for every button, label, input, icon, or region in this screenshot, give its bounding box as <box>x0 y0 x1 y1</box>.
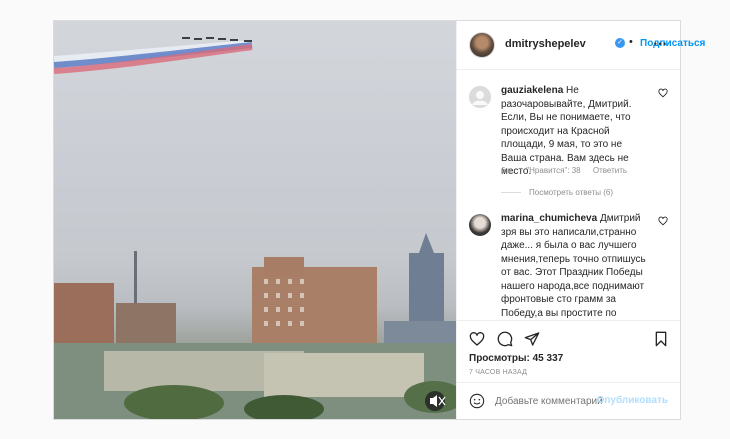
post-timestamp[interactable]: 7 ЧАСОВ НАЗАД <box>469 369 527 376</box>
comment-item: gauziakelena Не разочаровывайте, Дмитрий… <box>469 84 668 214</box>
video-frame-illustration <box>54 37 456 419</box>
comment-body: marina_chumicheva Дмитрий зря вы это нап… <box>501 212 646 320</box>
comment-item: marina_chumicheva Дмитрий зря вы это нап… <box>469 212 668 320</box>
instagram-post: dmitryshepelev ✓ • Подписаться ⋯ gauziak… <box>53 20 705 420</box>
emoji-smile-icon[interactable] <box>469 393 485 409</box>
share-send-icon[interactable] <box>524 331 540 347</box>
view-replies-label[interactable]: Посмотреть ответы (6) <box>529 188 613 197</box>
comment-body: gauziakelena Не разочаровывайте, Дмитрий… <box>501 84 646 179</box>
comment-bubble-icon[interactable] <box>497 331 513 347</box>
more-horizontal-icon[interactable]: ⋯ <box>653 35 668 52</box>
default-avatar-icon <box>469 86 491 108</box>
post-sidebar: dmitryshepelev ✓ • Подписаться ⋯ gauziak… <box>456 21 705 419</box>
view-replies-button[interactable]: Посмотреть ответы (6) <box>501 188 613 197</box>
replies-divider <box>501 192 521 193</box>
like-heart-icon[interactable] <box>658 88 668 101</box>
mute-icon[interactable] <box>425 391 446 411</box>
post-video[interactable] <box>54 21 456 419</box>
views-label: Просмотры: <box>469 353 530 364</box>
verified-badge-icon: ✓ <box>615 38 625 48</box>
follow-button[interactable]: Подписаться <box>640 38 705 49</box>
comment-likes[interactable]: "Нравится": 38 <box>526 166 580 175</box>
comments-list[interactable]: gauziakelena Не разочаровывайте, Дмитрий… <box>457 70 680 320</box>
aircraft-smoke-trails <box>54 37 253 74</box>
commenter-avatar[interactable] <box>469 86 491 108</box>
reply-button[interactable]: Ответить <box>593 166 627 175</box>
comment-text: Не разочаровывайте, Дмитрий. Если, Вы не… <box>501 85 632 177</box>
views-count[interactable]: Просмотры: 45 337 <box>469 353 563 364</box>
like-heart-icon[interactable] <box>658 216 668 229</box>
author-avatar[interactable] <box>469 32 495 58</box>
header-separator: • <box>629 36 633 48</box>
bookmark-icon[interactable] <box>653 331 669 347</box>
publish-button[interactable]: Опубликовать <box>597 395 668 406</box>
views-number: 45 337 <box>532 353 564 364</box>
like-heart-icon[interactable] <box>469 331 485 347</box>
add-comment-bar: Опубликовать <box>457 382 680 419</box>
comment-time[interactable]: 6 ч. <box>501 166 514 175</box>
commenter-avatar[interactable] <box>469 214 491 236</box>
author-username[interactable]: dmitryshepelev <box>505 38 586 50</box>
comment-meta: 6 ч. "Нравится": 38 Ответить <box>501 166 637 175</box>
comment-text: Дмитрий зря вы это написали,странно даже… <box>501 213 646 319</box>
comment-input[interactable] <box>495 392 603 410</box>
comment-username[interactable]: gauziakelena <box>501 85 563 96</box>
comment-username[interactable]: marina_chumicheva <box>501 213 597 224</box>
post-header: dmitryshepelev ✓ • Подписаться ⋯ <box>457 21 705 70</box>
city-skyline <box>54 233 456 419</box>
